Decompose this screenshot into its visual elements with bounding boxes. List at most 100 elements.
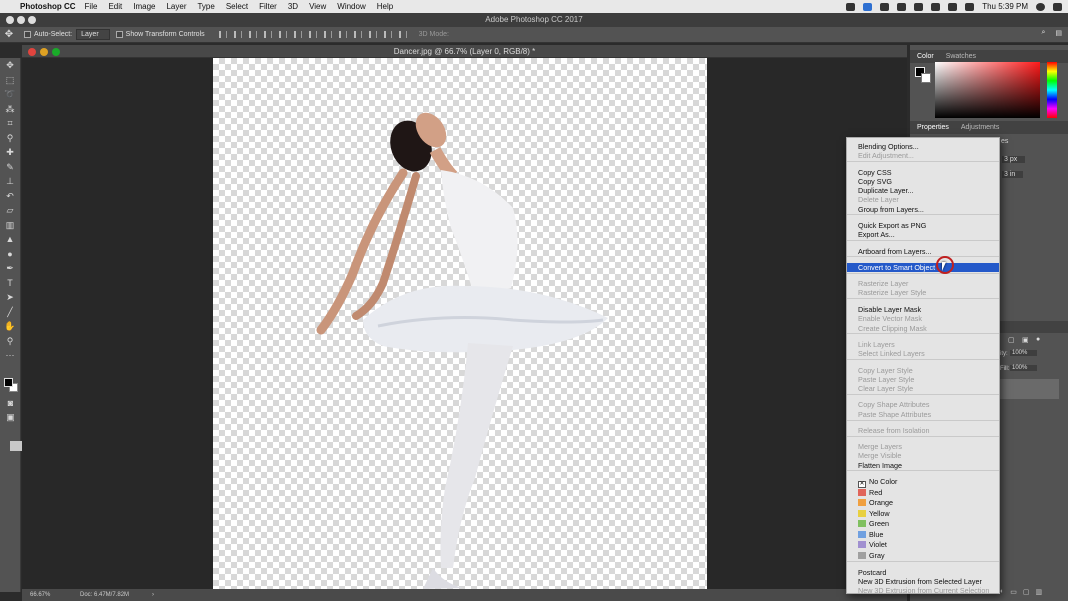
menu-item-export-as[interactable]: Export As... bbox=[847, 230, 999, 239]
lasso-tool-icon[interactable]: ➰ bbox=[0, 87, 20, 102]
move-tool-icon[interactable]: ✥ bbox=[0, 58, 20, 73]
menu-image[interactable]: Image bbox=[133, 2, 155, 11]
layer-filter-icon[interactable]: ● bbox=[1036, 336, 1040, 343]
eyedropper-tool-icon[interactable]: ⚲ bbox=[0, 131, 20, 146]
minimize-window-button[interactable] bbox=[17, 16, 25, 24]
menu-type[interactable]: Type bbox=[197, 2, 214, 11]
menu-item-flatten-image[interactable]: Flatten Image bbox=[847, 461, 999, 470]
layer-filter-icon[interactable]: ▣ bbox=[1022, 336, 1029, 344]
align-icon[interactable] bbox=[263, 31, 272, 38]
menu-item-artboard-from-layers[interactable]: Artboard from Layers... bbox=[847, 247, 999, 256]
menu-item-red[interactable]: Red bbox=[847, 488, 999, 497]
volume-icon[interactable] bbox=[965, 2, 975, 11]
tools-collapse-icon[interactable] bbox=[10, 441, 22, 451]
menu-item-orange[interactable]: Orange bbox=[847, 498, 999, 507]
wifi-icon[interactable] bbox=[931, 2, 941, 11]
zoom-document-button[interactable] bbox=[52, 48, 60, 56]
move-tool-icon[interactable]: ✥ bbox=[0, 29, 18, 40]
menu-layer[interactable]: Layer bbox=[166, 2, 186, 11]
history-brush-tool-icon[interactable]: ↶ bbox=[0, 189, 20, 204]
stamp-tool-icon[interactable]: ⊥ bbox=[0, 174, 20, 189]
menu-item-violet[interactable]: Violet bbox=[847, 540, 999, 549]
menu-item-copy-css[interactable]: Copy CSS bbox=[847, 168, 999, 177]
distribute-icon[interactable] bbox=[338, 31, 347, 38]
quick-mask-icon[interactable]: ◙ bbox=[0, 396, 21, 411]
search-icon[interactable]: ⌕ bbox=[1041, 29, 1045, 37]
notification-center-icon[interactable] bbox=[1053, 2, 1062, 11]
menu-filter[interactable]: Filter bbox=[259, 2, 277, 11]
marquee-tool-icon[interactable]: ⬚ bbox=[0, 73, 20, 88]
new-layer-icon[interactable]: ▢ bbox=[1023, 588, 1030, 598]
crop-tool-icon[interactable]: ⌗ bbox=[0, 116, 20, 131]
minimize-document-button[interactable] bbox=[40, 48, 48, 56]
eject-icon[interactable] bbox=[948, 2, 958, 11]
menu-item-disable-layer-mask[interactable]: Disable Layer Mask bbox=[847, 305, 999, 314]
tab-swatches[interactable]: Swatches bbox=[943, 53, 979, 60]
adjustment-layer-icon[interactable]: ◐ bbox=[1000, 588, 1004, 598]
fill-value[interactable]: 100% bbox=[1010, 365, 1038, 371]
status-arrow-icon[interactable]: › bbox=[152, 589, 154, 601]
eraser-tool-icon[interactable]: ▱ bbox=[0, 203, 20, 218]
screen-mode-icon[interactable]: ▣ bbox=[0, 410, 21, 425]
healing-brush-tool-icon[interactable]: ✚ bbox=[0, 145, 20, 160]
menu-item-green[interactable]: Green bbox=[847, 519, 999, 528]
menu-item-copy-svg[interactable]: Copy SVG bbox=[847, 177, 999, 186]
layer-filter-icon[interactable]: ▢ bbox=[1008, 336, 1015, 344]
auto-align-icon[interactable] bbox=[398, 31, 407, 38]
clock[interactable]: Thu 5:39 PM bbox=[982, 2, 1028, 11]
hue-slider[interactable] bbox=[1047, 62, 1057, 118]
menu-edit[interactable]: Edit bbox=[108, 2, 122, 11]
close-document-button[interactable] bbox=[28, 48, 36, 56]
delete-layer-icon[interactable]: ▥ bbox=[1035, 588, 1042, 598]
zoom-window-button[interactable] bbox=[28, 16, 36, 24]
dodge-tool-icon[interactable]: ● bbox=[0, 247, 20, 262]
menu-item-gray[interactable]: Gray bbox=[847, 551, 999, 560]
distribute-icon[interactable] bbox=[308, 31, 317, 38]
menu-item-duplicate-layer[interactable]: Duplicate Layer... bbox=[847, 186, 999, 195]
auto-select-dropdown[interactable]: Layer bbox=[76, 29, 110, 40]
align-icon[interactable] bbox=[233, 31, 242, 38]
distribute-icon[interactable] bbox=[353, 31, 362, 38]
align-icon[interactable] bbox=[293, 31, 302, 38]
align-icon[interactable] bbox=[248, 31, 257, 38]
menu-item-blending-options[interactable]: Blending Options... bbox=[847, 142, 999, 151]
tab-color[interactable]: Color bbox=[914, 53, 937, 60]
status-icon[interactable] bbox=[897, 2, 907, 11]
tab-properties[interactable]: Properties bbox=[914, 124, 952, 131]
brush-tool-icon[interactable]: ✎ bbox=[0, 160, 20, 175]
menu-item-convert-to-smart-object[interactable]: Convert to Smart Object bbox=[847, 263, 999, 272]
align-icon[interactable] bbox=[218, 31, 227, 38]
menu-file[interactable]: File bbox=[85, 2, 98, 11]
show-transform-checkbox[interactable] bbox=[115, 31, 123, 38]
pen-tool-icon[interactable]: ✒ bbox=[0, 261, 20, 276]
app-menu[interactable]: Photoshop CC bbox=[20, 2, 76, 11]
close-window-button[interactable] bbox=[6, 16, 14, 24]
dropbox-icon[interactable] bbox=[863, 2, 873, 11]
menu-3d[interactable]: 3D bbox=[288, 2, 298, 11]
type-tool-icon[interactable]: T bbox=[0, 276, 20, 291]
menu-view[interactable]: View bbox=[309, 2, 326, 11]
workspace-icon[interactable]: ▤ bbox=[1055, 29, 1062, 37]
foreground-color-swatch[interactable] bbox=[4, 378, 13, 387]
status-icon[interactable] bbox=[846, 2, 856, 11]
menu-item-postcard[interactable]: Postcard bbox=[847, 568, 999, 577]
menu-item-yellow[interactable]: Yellow bbox=[847, 509, 999, 518]
menu-item-quick-export-as-png[interactable]: Quick Export as PNG bbox=[847, 221, 999, 230]
hand-tool-icon[interactable]: ✋ bbox=[0, 319, 20, 334]
distribute-icon[interactable] bbox=[368, 31, 377, 38]
menu-item-new-3d-extrusion-from-selected-layer[interactable]: New 3D Extrusion from Selected Layer bbox=[847, 577, 999, 586]
path-selection-tool-icon[interactable]: ➤ bbox=[0, 290, 20, 305]
align-icon[interactable] bbox=[278, 31, 287, 38]
menu-item-no-color[interactable]: ✕ No Color bbox=[847, 477, 999, 488]
layer-row[interactable] bbox=[1000, 379, 1059, 399]
magic-wand-tool-icon[interactable]: ⁂ bbox=[0, 102, 20, 117]
blur-tool-icon[interactable]: ▲ bbox=[0, 232, 20, 247]
menu-window[interactable]: Window bbox=[337, 2, 365, 11]
zoom-tool-icon[interactable]: ⚲ bbox=[0, 334, 20, 349]
auto-select-checkbox[interactable] bbox=[24, 31, 31, 38]
spotlight-icon[interactable] bbox=[1036, 2, 1045, 11]
distribute-icon[interactable] bbox=[383, 31, 392, 38]
menu-item-blue[interactable]: Blue bbox=[847, 530, 999, 539]
canvas[interactable] bbox=[213, 58, 707, 589]
menu-select[interactable]: Select bbox=[226, 2, 248, 11]
